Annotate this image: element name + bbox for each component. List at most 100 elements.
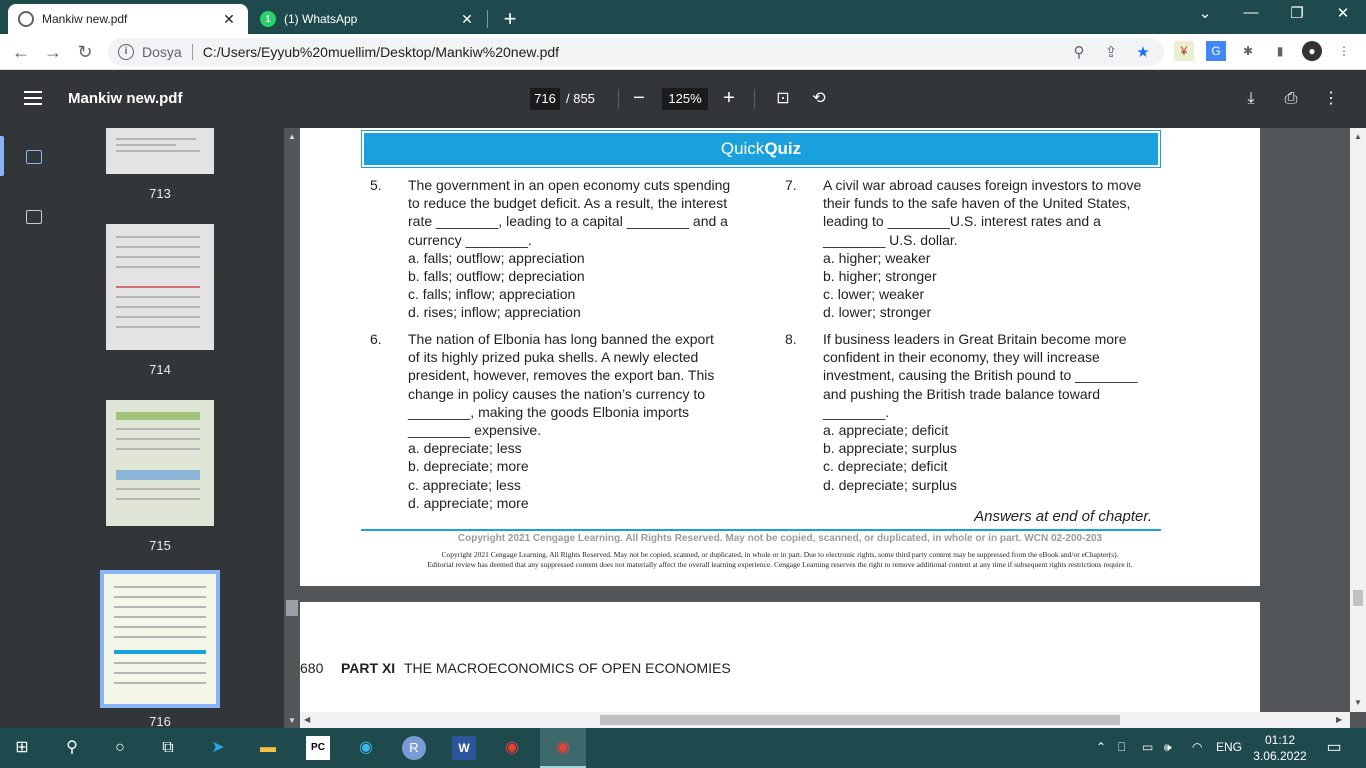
scroll-up-arrow-icon[interactable]: ▲ — [1354, 132, 1362, 141]
copyright-notice: Copyright 2021 Cengage Learning. All Rig… — [300, 550, 1260, 570]
thumbnail-label: 714 — [149, 362, 171, 377]
thumbnail-sidebar: 713 714 715 716 — [0, 128, 284, 728]
part-label: PART XI — [341, 660, 396, 676]
zoom-magnifier-icon[interactable]: ⚲ — [1070, 44, 1088, 62]
whatsapp-icon: 1 — [260, 11, 276, 27]
close-window-button[interactable]: ✕ — [1320, 4, 1366, 22]
page-thumbnail[interactable] — [106, 224, 214, 350]
question-option: d. lower; stronger — [823, 304, 932, 321]
pycharm-icon[interactable]: PC — [306, 736, 330, 760]
tab-title: Mankiw new.pdf — [42, 12, 128, 26]
page-number: 680 — [300, 660, 324, 676]
new-tab-button[interactable]: + — [498, 6, 522, 32]
zoom-out-button[interactable]: − — [628, 86, 650, 110]
language-indicator[interactable]: ENG — [1216, 740, 1242, 754]
clock[interactable]: 01:12 3.06.2022 — [1250, 732, 1310, 764]
tab-search-icon[interactable]: ⌄ — [1182, 4, 1228, 22]
sidebar-scrollbar[interactable]: ▲ ▼ — [284, 128, 300, 728]
scroll-left-arrow-icon[interactable]: ◀ — [304, 715, 310, 724]
pdf-page-next: 680 PART XI THE MACROECONOMICS OF OPEN E… — [300, 602, 1260, 728]
tab-separator — [487, 10, 488, 28]
task-view-icon[interactable]: ⧉ — [156, 736, 180, 760]
tab-mankiw-pdf[interactable]: Mankiw new.pdf ✕ — [8, 4, 248, 34]
close-tab-icon[interactable]: ✕ — [220, 11, 238, 28]
sidebar-scroll-thumb[interactable] — [286, 600, 298, 616]
extension-colorful-icon[interactable]: ¥ — [1174, 41, 1194, 61]
reload-icon[interactable]: ↻ — [74, 41, 96, 63]
tray-overflow-icon[interactable]: ⌃ — [1096, 740, 1106, 754]
cortana-icon[interactable]: ○ — [108, 736, 132, 760]
chrome-icon[interactable]: ◉ — [500, 736, 524, 760]
wifi-icon[interactable]: ◠ — [1192, 740, 1202, 754]
scroll-down-arrow-icon[interactable]: ▼ — [288, 716, 296, 725]
scroll-down-arrow-icon[interactable]: ▼ — [1354, 698, 1362, 707]
more-options-icon[interactable]: ⋮ — [1320, 88, 1342, 110]
r-app-icon[interactable]: R — [402, 736, 426, 760]
page-thumbnail[interactable] — [106, 400, 214, 526]
rotate-icon[interactable]: ⟲ — [808, 88, 830, 110]
page-horizontal-scrollbar[interactable]: ◀ ▶ — [300, 712, 1350, 728]
address-bar[interactable]: i Dosya C:/Users/Eyyub%20muellim/Desktop… — [108, 38, 1164, 66]
pdf-page: QuickQuiz 5. The government in an open e… — [300, 128, 1260, 586]
menu-kebab-icon[interactable]: ⋮ — [1334, 41, 1354, 61]
battery-icon[interactable]: ▭ — [1142, 740, 1153, 754]
page-total: / 855 — [566, 91, 595, 106]
menu-hamburger-icon[interactable] — [24, 91, 42, 105]
telegram-icon[interactable]: ➤ — [206, 736, 230, 760]
info-icon[interactable]: i — [118, 44, 134, 60]
tray-device-icon[interactable]: ⎕ — [1118, 740, 1125, 755]
question-option: a. higher; weaker — [823, 249, 931, 266]
question-6: 6. The nation of Elbonia has long banned… — [370, 330, 770, 512]
horizontal-scroll-thumb[interactable] — [600, 715, 1120, 725]
question-5: 5. The government in an open economy cut… — [370, 176, 770, 322]
zoom-in-button[interactable]: + — [718, 86, 740, 110]
document-title: Mankiw new.pdf — [68, 90, 183, 107]
copyright-small-2: Editorial review has deemed that any sup… — [427, 560, 1133, 569]
question-number: 6. — [370, 331, 382, 347]
page-thumbnail-selected[interactable] — [100, 570, 220, 708]
copyright-small-1: Copyright 2021 Cengage Learning. All Rig… — [441, 550, 1119, 559]
scroll-right-arrow-icon[interactable]: ▶ — [1336, 715, 1342, 724]
google-translate-icon[interactable]: G — [1206, 41, 1226, 61]
extensions-puzzle-icon[interactable]: ✱ — [1238, 41, 1258, 61]
profile-avatar[interactable]: ● — [1302, 41, 1322, 61]
share-icon[interactable]: ⇪ — [1102, 44, 1120, 62]
question-option: a. appreciate; deficit — [823, 422, 949, 439]
file-explorer-icon[interactable]: ▬ — [256, 736, 280, 760]
outline-view-icon[interactable] — [26, 210, 42, 224]
toolbar-divider — [754, 89, 755, 109]
tab-whatsapp[interactable]: 1 (1) WhatsApp ✕ — [250, 4, 486, 34]
minimize-button[interactable]: — — [1228, 4, 1274, 21]
forward-arrow-icon[interactable]: → — [42, 41, 64, 63]
page-vertical-scrollbar[interactable]: ▲ ▼ — [1350, 128, 1366, 712]
print-icon[interactable]: ⎙ — [1280, 88, 1302, 110]
search-icon[interactable]: ⚲ — [60, 736, 84, 760]
scroll-up-arrow-icon[interactable]: ▲ — [288, 132, 296, 141]
question-option: b. falls; outflow; depreciation — [408, 268, 585, 285]
answers-note: Answers at end of chapter. — [974, 508, 1152, 525]
vertical-scroll-thumb[interactable] — [1353, 590, 1363, 606]
side-panel-icon[interactable]: ▮ — [1270, 41, 1290, 61]
quick-quiz-banner: QuickQuiz — [361, 130, 1161, 168]
download-icon[interactable]: ⤓ — [1240, 88, 1262, 110]
volume-icon[interactable]: 🕪 — [1164, 740, 1172, 755]
close-tab-icon[interactable]: ✕ — [458, 11, 476, 28]
edge-icon[interactable]: ◉ — [354, 736, 378, 760]
question-stem: The nation of Elbonia has long banned th… — [408, 331, 715, 439]
word-icon[interactable]: W — [452, 736, 476, 760]
toolbar-divider — [618, 89, 619, 109]
bookmark-star-icon[interactable]: ★ — [1134, 44, 1152, 62]
page-thumbnail[interactable] — [106, 128, 214, 174]
notifications-icon[interactable]: ▭ — [1322, 736, 1346, 760]
thumbnails-view-icon[interactable] — [26, 150, 42, 164]
windows-taskbar: ⊞ ⚲ ○ ⧉ ➤ ▬ PC ◉ R W ◉ ◉ ⌃ ⎕ ▭ 🕪 ◠ ENG 0… — [0, 728, 1366, 768]
zoom-input[interactable]: 125% — [662, 88, 708, 110]
windows-start-icon[interactable]: ⊞ — [10, 736, 34, 760]
back-arrow-icon[interactable]: ← — [10, 41, 32, 63]
chrome-profile-icon[interactable]: ◉ — [551, 736, 575, 760]
page-number-input[interactable]: 716 — [530, 88, 560, 110]
fit-page-icon[interactable]: ⊡ — [772, 88, 794, 110]
restore-button[interactable]: ❐ — [1274, 4, 1320, 22]
question-option: d. depreciate; surplus — [823, 476, 957, 493]
question-option: c. depreciate; deficit — [823, 458, 948, 475]
